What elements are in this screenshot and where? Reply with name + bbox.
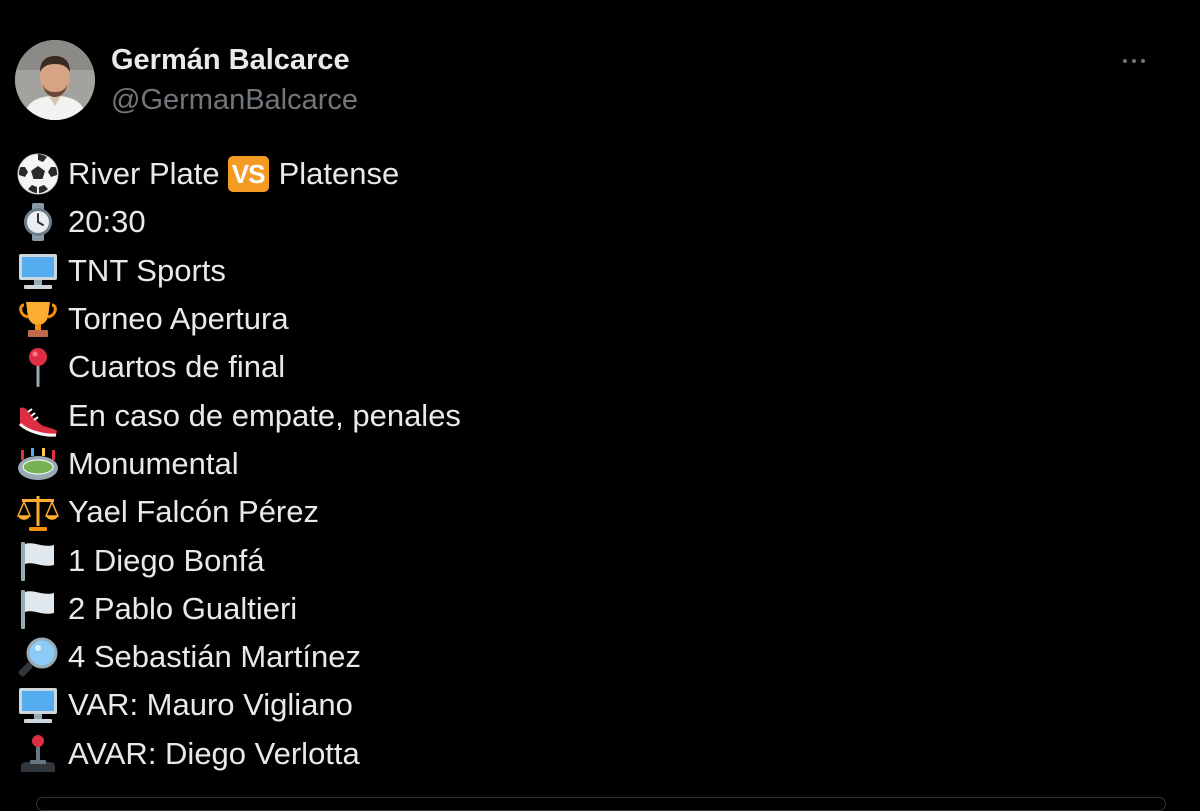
- more-dot-icon: [1141, 59, 1145, 63]
- next-card-edge: [36, 797, 1166, 811]
- channel-text: TNT Sports: [68, 252, 226, 288]
- var-text: VAR: Mauro Vigliano: [68, 687, 353, 723]
- more-dot-icon: [1132, 59, 1136, 63]
- pin-icon: [16, 345, 60, 389]
- avatar[interactable]: [15, 40, 95, 120]
- soccer-ball-icon: [16, 152, 60, 196]
- fourth-official-line: 4 Sebastián Martínez: [16, 633, 461, 681]
- stadium-text: Monumental: [68, 445, 239, 481]
- author-handle[interactable]: @GermanBalcarce: [111, 84, 358, 116]
- assistant2-line: 2 Pablo Gualtieri: [16, 585, 461, 633]
- tiebreak-line: En caso de empate, penales: [16, 391, 461, 439]
- var-line: VAR: Mauro Vigliano: [16, 681, 461, 729]
- tournament-text: Torneo Apertura: [68, 301, 289, 337]
- channel-line: TNT Sports: [16, 247, 461, 295]
- home-team: River Plate: [68, 156, 220, 192]
- time-line: 20:30: [16, 198, 461, 246]
- tweet-text: River Plate VS Platense 20:30 TNT Sports…: [16, 150, 461, 778]
- white-flag-icon: [16, 539, 60, 583]
- trophy-icon: [16, 297, 60, 341]
- more-options-button[interactable]: [1112, 48, 1156, 74]
- scales-icon: [16, 490, 60, 534]
- computer-icon: [16, 249, 60, 293]
- tiebreak-text: En caso de empate, penales: [68, 397, 461, 433]
- computer-icon: [16, 683, 60, 727]
- assistant1-text: 1 Diego Bonfá: [68, 542, 265, 578]
- more-dot-icon: [1123, 59, 1127, 63]
- referee-text: Yael Falcón Pérez: [68, 494, 319, 530]
- avatar-photo: [15, 40, 95, 120]
- avar-text: AVAR: Diego Verlotta: [68, 735, 360, 771]
- clock-icon: [16, 200, 60, 244]
- tournament-line: Torneo Apertura: [16, 295, 461, 343]
- shoe-icon: [16, 394, 60, 438]
- author-name[interactable]: Germán Balcarce: [111, 44, 350, 76]
- fourth-official-text: 4 Sebastián Martínez: [68, 639, 361, 675]
- away-team: Platense: [278, 156, 400, 192]
- stadium-line: Monumental: [16, 440, 461, 488]
- vs-badge: VS: [227, 156, 269, 193]
- magnifier-icon: [16, 635, 60, 679]
- assistant2-text: 2 Pablo Gualtieri: [68, 590, 298, 626]
- stage-text: Cuartos de final: [68, 349, 286, 385]
- white-flag-icon: [16, 587, 60, 631]
- assistant1-line: 1 Diego Bonfá: [16, 536, 461, 584]
- avar-line: AVAR: Diego Verlotta: [16, 730, 461, 778]
- match-line: River Plate VS Platense: [16, 150, 461, 198]
- stage-line: Cuartos de final: [16, 343, 461, 391]
- time-text: 20:30: [68, 204, 146, 240]
- joystick-icon: [16, 732, 60, 776]
- tweet: Germán Balcarce @GermanBalcarce River Pl…: [0, 0, 1200, 811]
- stadium-icon: [16, 442, 60, 486]
- referee-line: Yael Falcón Pérez: [16, 488, 461, 536]
